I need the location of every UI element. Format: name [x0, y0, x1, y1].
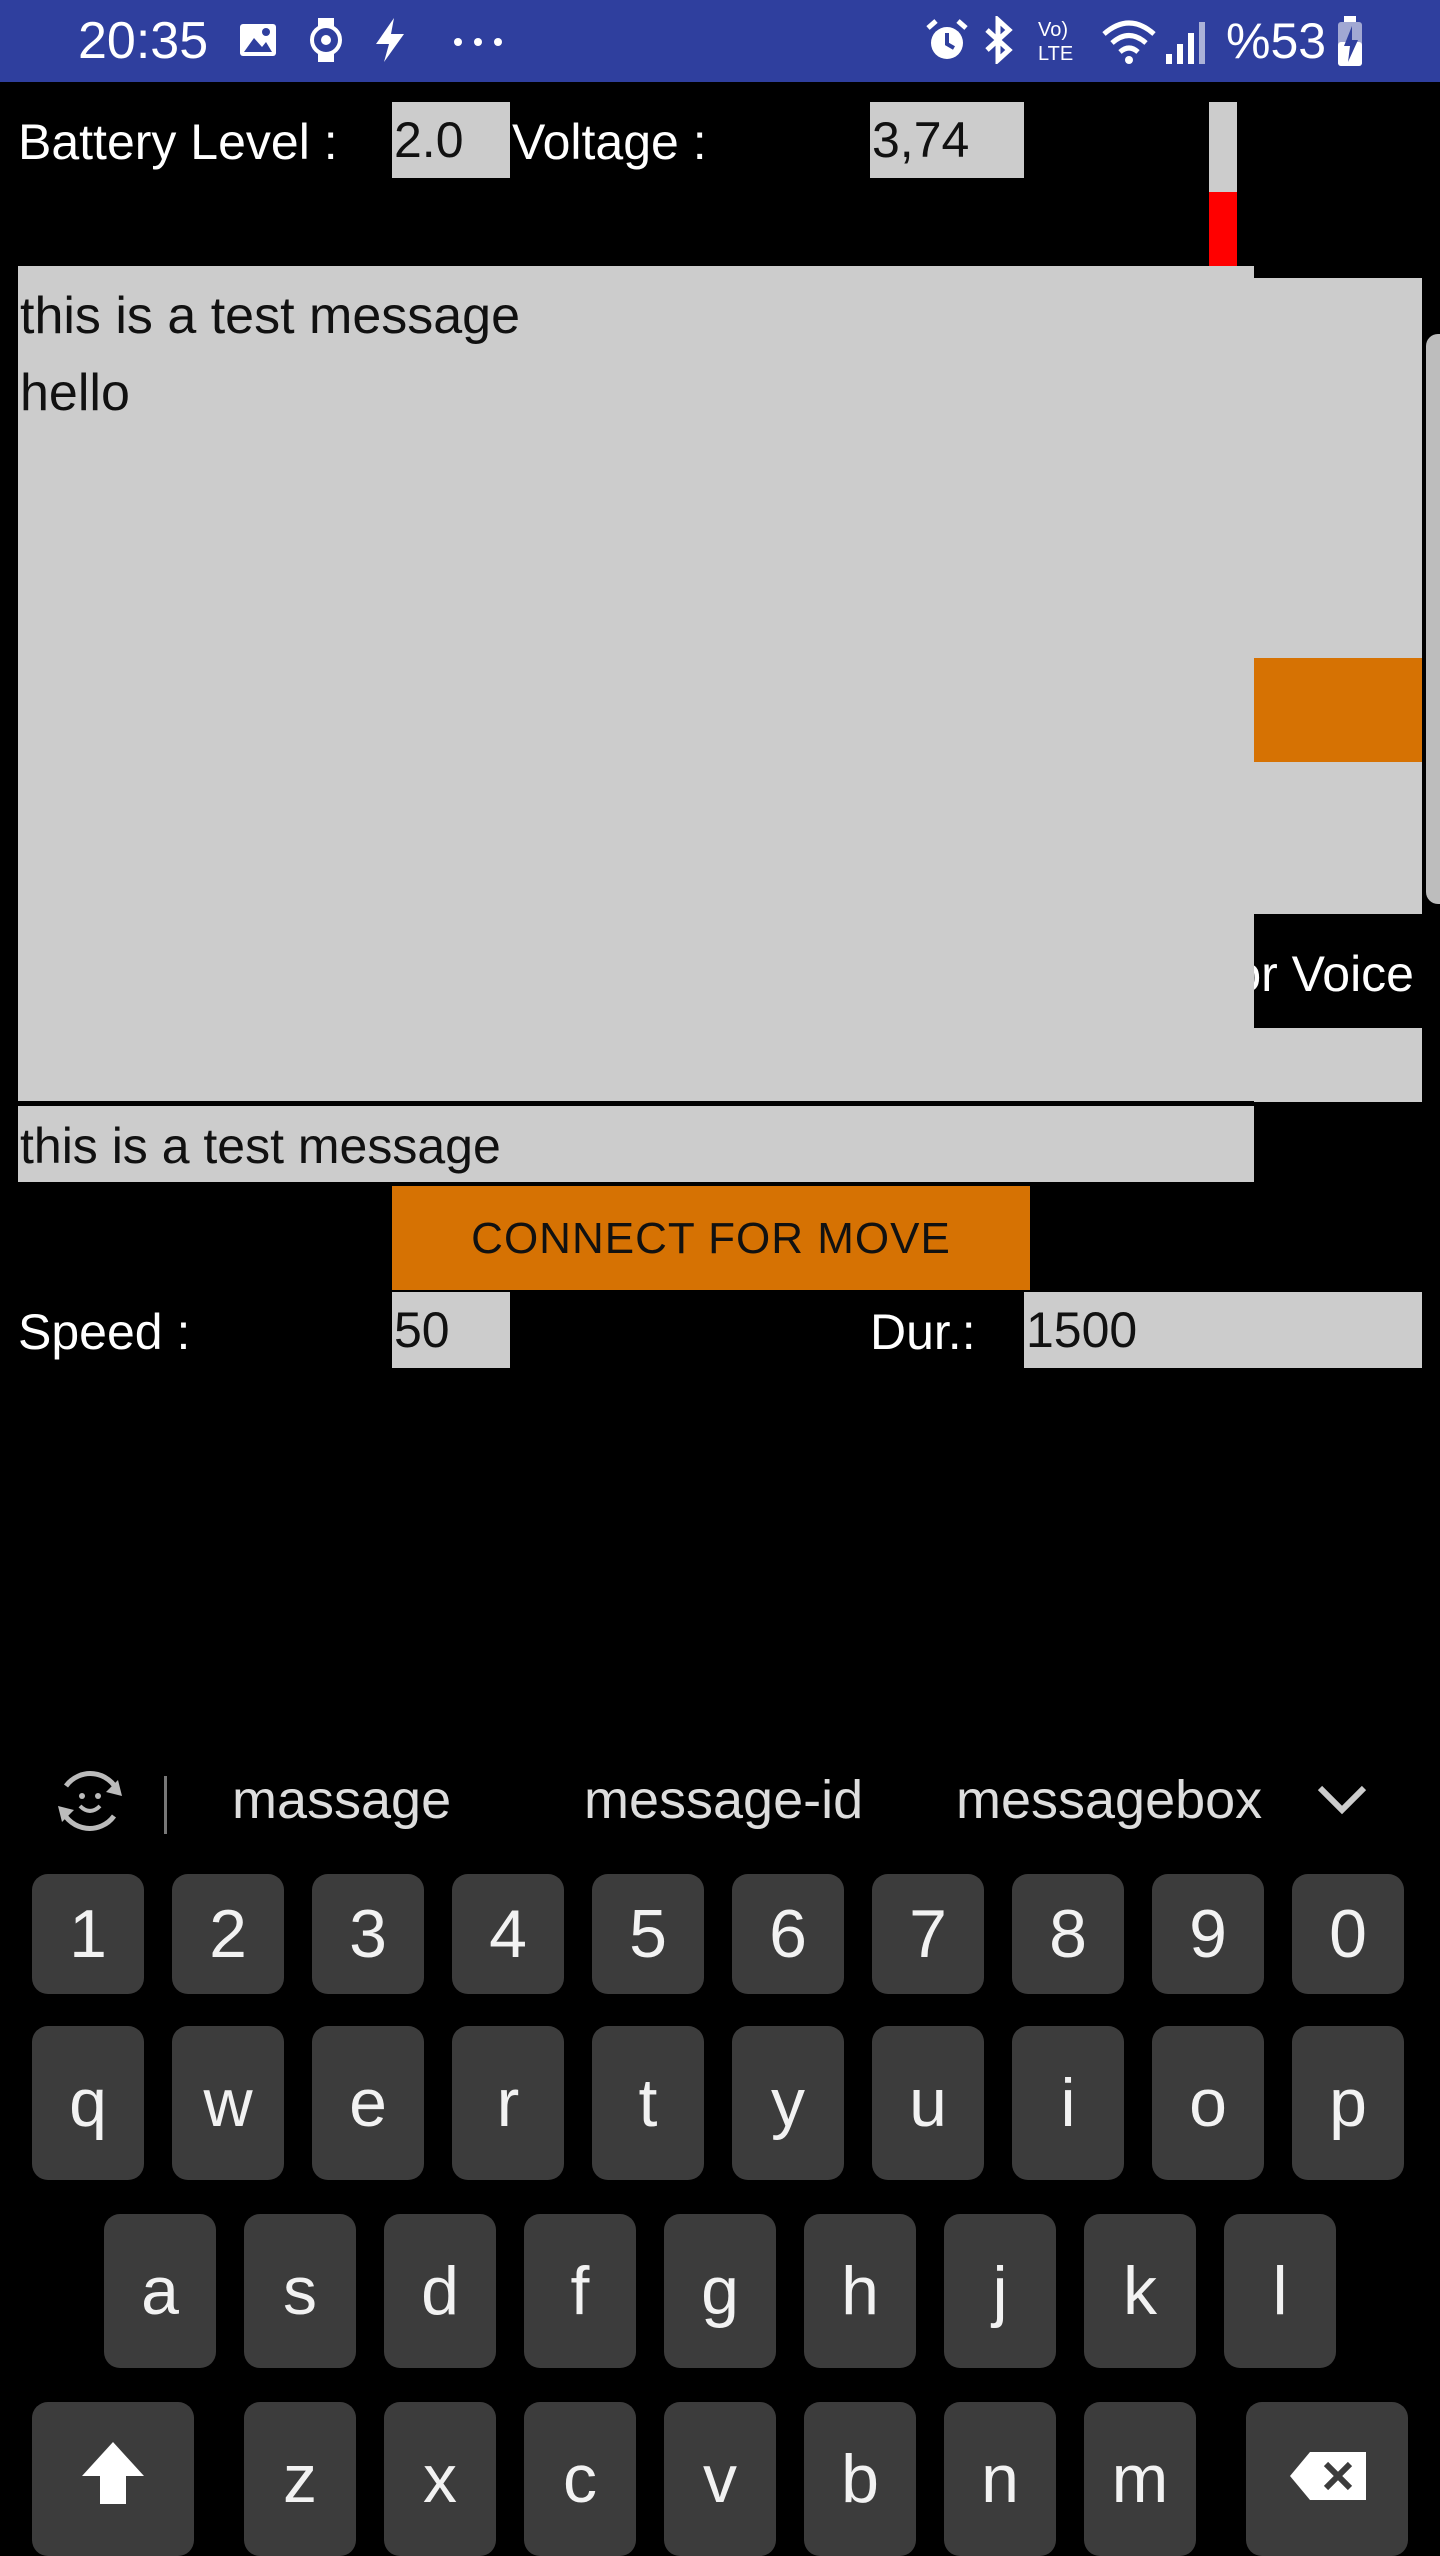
battery-percent: %53: [1226, 13, 1327, 69]
suggestion-2[interactable]: message-id: [584, 1768, 863, 1832]
key-g[interactable]: g: [664, 2214, 776, 2368]
key-2[interactable]: 2: [172, 1874, 284, 1994]
wifi-icon: [1102, 20, 1156, 64]
key-4[interactable]: 4: [452, 1874, 564, 1994]
duration-field[interactable]: 1500: [1024, 1292, 1422, 1368]
key-q[interactable]: q: [32, 2026, 144, 2180]
flash-icon: [376, 18, 404, 62]
voltage-field[interactable]: 3,74: [870, 102, 1024, 178]
message-line: hello: [20, 364, 130, 422]
battery-level-label: Battery Level :: [18, 114, 338, 170]
message-line: this is a test message: [20, 287, 520, 345]
signal-icon: [1166, 22, 1205, 64]
key-h[interactable]: h: [804, 2214, 916, 2368]
key-r[interactable]: r: [452, 2026, 564, 2180]
svg-text:Vo): Vo): [1038, 19, 1068, 41]
key-f[interactable]: f: [524, 2214, 636, 2368]
key-b[interactable]: b: [804, 2402, 916, 2556]
volte-icon: Vo) LTE: [1038, 19, 1073, 64]
key-0[interactable]: 0: [1292, 1874, 1404, 1994]
key-d[interactable]: d: [384, 2214, 496, 2368]
battery-level-field[interactable]: 2.0: [392, 102, 510, 178]
shift-key[interactable]: [32, 2402, 194, 2556]
speed-field[interactable]: 50: [392, 1292, 510, 1368]
background-voice-label-clip: or Voice: [1254, 934, 1422, 1012]
key-a[interactable]: a: [104, 2214, 216, 2368]
svg-text:LTE: LTE: [1038, 43, 1073, 64]
voltage-label: Voltage :: [512, 114, 707, 170]
speed-label: Speed :: [18, 1304, 191, 1360]
connect-for-move-button[interactable]: CONNECT FOR MOVE: [392, 1186, 1030, 1290]
key-i[interactable]: i: [1012, 2026, 1124, 2180]
key-k[interactable]: k: [1084, 2214, 1196, 2368]
background-field[interactable]: [1254, 1028, 1422, 1102]
key-c[interactable]: c: [524, 2402, 636, 2556]
key-e[interactable]: e: [312, 2026, 424, 2180]
key-p[interactable]: p: [1292, 2026, 1404, 2180]
emoji-sticker-icon[interactable]: [52, 1766, 128, 1836]
gallery-icon: [240, 24, 276, 56]
key-l[interactable]: l: [1224, 2214, 1336, 2368]
key-m[interactable]: m: [1084, 2402, 1196, 2556]
chevron-down-icon[interactable]: [1316, 1782, 1368, 1818]
key-v[interactable]: v: [664, 2402, 776, 2556]
shift-arrow-icon: [82, 2442, 144, 2504]
bluetooth-icon: [985, 16, 1013, 64]
suggestion-divider: [164, 1776, 167, 1834]
alarm-icon: [926, 19, 968, 59]
key-n[interactable]: n: [944, 2402, 1056, 2556]
key-o[interactable]: o: [1152, 2026, 1264, 2180]
message-log[interactable]: this is a test message hello: [18, 266, 1254, 1104]
backspace-icon: [1290, 2452, 1366, 2500]
key-1[interactable]: 1: [32, 1874, 144, 1994]
status-time: 20:35: [78, 12, 209, 70]
key-j[interactable]: j: [944, 2214, 1056, 2368]
key-t[interactable]: t: [592, 2026, 704, 2180]
key-8[interactable]: 8: [1012, 1874, 1124, 1994]
message-input[interactable]: this is a test message: [18, 1106, 1254, 1182]
more-icon: [454, 38, 502, 46]
suggestion-3[interactable]: messagebox: [956, 1768, 1262, 1832]
background-panel: [1254, 278, 1422, 914]
battery-level-bar-fill: [1209, 192, 1237, 266]
key-w[interactable]: w: [172, 2026, 284, 2180]
key-y[interactable]: y: [732, 2026, 844, 2180]
key-6[interactable]: 6: [732, 1874, 844, 1994]
key-5[interactable]: 5: [592, 1874, 704, 1994]
status-bar: 20:35 Vo) LTE %53: [0, 0, 1440, 82]
duration-label: Dur.:: [870, 1304, 976, 1360]
keyboard: massage message-id messagebox 1 2 3 4 5 …: [0, 1696, 1440, 2556]
key-x[interactable]: x: [384, 2402, 496, 2556]
key-s[interactable]: s: [244, 2214, 356, 2368]
battery-icon: [1338, 16, 1362, 66]
watch-icon: [310, 18, 342, 62]
key-7[interactable]: 7: [872, 1874, 984, 1994]
scrollbar[interactable]: [1426, 334, 1440, 904]
suggestion-1[interactable]: massage: [232, 1768, 451, 1832]
backspace-key[interactable]: [1246, 2402, 1408, 2556]
key-u[interactable]: u: [872, 2026, 984, 2180]
background-orange-button[interactable]: [1254, 658, 1422, 762]
key-3[interactable]: 3: [312, 1874, 424, 1994]
key-z[interactable]: z: [244, 2402, 356, 2556]
key-9[interactable]: 9: [1152, 1874, 1264, 1994]
voice-label: or Voice: [1254, 946, 1414, 1002]
